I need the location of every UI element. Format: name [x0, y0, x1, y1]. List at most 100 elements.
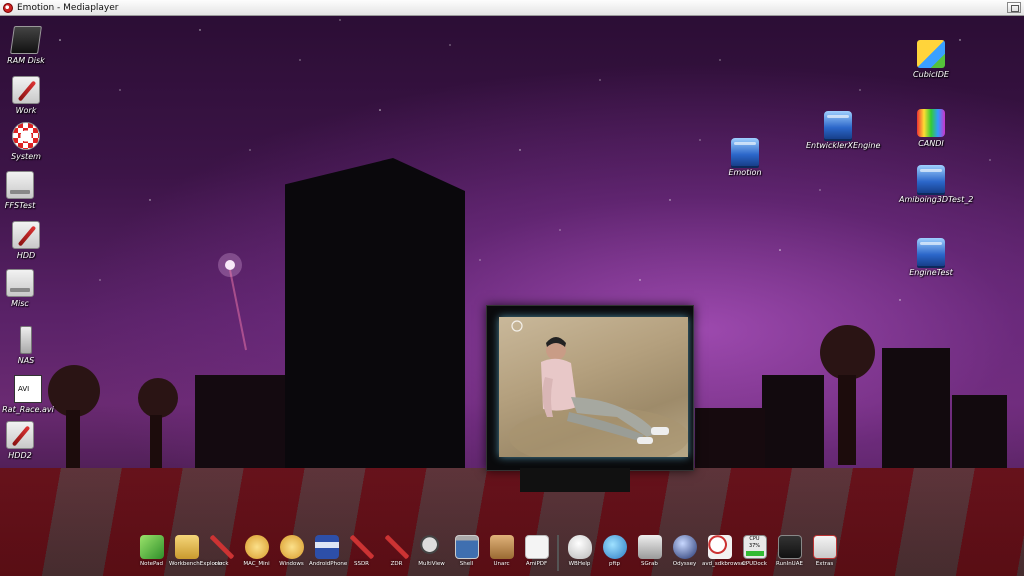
desktop-icon-hdd[interactable]: HDD: [0, 221, 58, 260]
dock-label: avd_sdkbrowser: [702, 561, 747, 567]
dock-clock[interactable]: clock: [204, 533, 239, 567]
dock-unarc[interactable]: Unarc: [484, 533, 519, 567]
desktop-icon-label: FFSTest: [4, 201, 36, 210]
dock-label: CPUDock: [742, 561, 767, 567]
desktop-icon-label: EntwicklerXEngine: [806, 141, 881, 150]
globe-icon: [602, 535, 627, 559]
desktop-icon-label: Rat_Race.avi: [2, 405, 54, 414]
dock-cpudock[interactable]: CPU 37% CPUDock: [737, 533, 772, 567]
dock-label: Unarc: [493, 561, 510, 567]
lightbulb-icon: [567, 535, 592, 559]
desktop-icon-nas[interactable]: NAS: [0, 326, 58, 365]
dock-label: WorkbenchExplorer: [169, 561, 223, 567]
drive-icon: [6, 171, 34, 199]
cpu-meter-icon: CPU 37%: [742, 535, 767, 559]
candi-icon: [917, 109, 945, 137]
desktop-icon-label: Amiboing3DTest_2: [899, 195, 974, 204]
dock-notepad[interactable]: NotePad: [134, 533, 169, 567]
desktop-icon-label: CubicIDE: [913, 70, 949, 79]
window-title: Emotion - Mediaplayer: [17, 2, 119, 13]
desktop-icon-label: Work: [15, 106, 37, 115]
desktop-icon-label: HDD2: [8, 451, 32, 460]
block-silhouette-edge: [952, 395, 1007, 475]
clock-icon: [209, 535, 234, 559]
hard-drive-icon: [12, 221, 40, 249]
desktop-icon-emotion[interactable]: Emotion: [713, 138, 777, 177]
desktop-icon-system[interactable]: System: [0, 122, 58, 161]
joystick-stick-mid: [150, 415, 162, 470]
hard-drive-icon: [12, 76, 40, 104]
magnifier-icon: [419, 535, 444, 559]
floppy-disk-icon: [314, 535, 339, 559]
desktop-icon-ram-disk[interactable]: RAM Disk: [0, 26, 58, 65]
desktop-icon-label: CANDI: [918, 139, 944, 148]
desktop-icon-amiboing3dtest[interactable]: Amiboing3DTest_2: [899, 165, 974, 204]
pdf-document-icon: [524, 535, 549, 559]
tower-silhouette: [285, 158, 465, 488]
system-boing-icon: [12, 122, 40, 150]
cpu-bar: [745, 551, 764, 556]
dock-avd-sdkbrowser[interactable]: avd_sdkbrowser: [702, 533, 747, 567]
dock-label: clock: [214, 561, 229, 567]
desktop-icon-cubicide[interactable]: CubicIDE: [899, 40, 963, 79]
drawer-icon: [917, 238, 945, 266]
ram-disk-icon: [10, 26, 42, 54]
dock-label: MultiView: [418, 561, 445, 567]
dock-workbenchexplorer[interactable]: WorkbenchExplorer: [169, 533, 223, 567]
dock-windows[interactable]: Windows: [274, 533, 309, 567]
usb-drive-icon: [20, 326, 32, 354]
drive-icon: [6, 269, 34, 297]
dock-shell[interactable]: Shell: [449, 533, 484, 567]
block-silhouette-right: [762, 375, 824, 475]
dock-label: RunInUAE: [776, 561, 803, 567]
dock-wbhelp[interactable]: WBHelp: [562, 533, 597, 567]
cpu-label: CPU: [749, 536, 760, 542]
window-depth-button[interactable]: [1007, 2, 1021, 13]
cpu-value: 37%: [748, 543, 761, 549]
joystick-stick-left: [66, 410, 80, 470]
window-titlebar[interactable]: Emotion - Mediaplayer: [0, 0, 1024, 16]
desktop-icon-hdd2[interactable]: HDD2: [0, 421, 52, 460]
video-frame-image: [509, 320, 688, 457]
desktop-icon-rat-race[interactable]: Rat_Race.avi: [0, 375, 60, 414]
dock-amipdf[interactable]: AmiPDF: [519, 533, 554, 567]
joystick-ball-mid: [138, 378, 178, 418]
dock-runinuae[interactable]: RunInUAE: [772, 533, 807, 567]
drawer-icon: [731, 138, 759, 166]
tightvnc-icon: [244, 535, 269, 559]
dock-odyssey[interactable]: Odyssey: [667, 533, 702, 567]
desktop-icon-entwicklerxengine[interactable]: EntwicklerXEngine: [806, 111, 881, 150]
dock-pftp[interactable]: pftp: [597, 533, 632, 567]
dock-label: Shell: [459, 561, 474, 567]
sdk-browser-icon: [707, 535, 732, 559]
desktop-icon-enginetest[interactable]: EngineTest: [899, 238, 963, 277]
desktop-icon-misc[interactable]: Misc: [0, 269, 52, 308]
hard-drive-icon: [6, 421, 34, 449]
shell-icon: [454, 535, 479, 559]
cube-icon: [917, 40, 945, 68]
dock-label: ZDR: [390, 561, 403, 567]
video-playback-area[interactable]: [499, 317, 688, 457]
dock-ssdr[interactable]: SSDR: [344, 533, 379, 567]
dock-separator: [557, 535, 559, 571]
dock-androidphone[interactable]: AndroidPhone: [309, 533, 347, 567]
odyssey-browser-icon: [672, 535, 697, 559]
desktop-icon-label: Misc: [11, 299, 29, 308]
extras-box-icon: [812, 535, 837, 559]
desktop-icon-work[interactable]: Work: [0, 76, 58, 115]
dock-multiview[interactable]: MultiView: [414, 533, 449, 567]
avi-file-icon: [14, 375, 42, 403]
dock-label: SGrab: [641, 561, 658, 567]
drawer-icon: [824, 111, 852, 139]
dock-sgrab[interactable]: SGrab: [632, 533, 667, 567]
desktop-icon-candi[interactable]: CANDI: [899, 109, 963, 148]
dock-mac-mini[interactable]: MAC_Mini: [239, 533, 274, 567]
dock-extras[interactable]: Extras: [807, 533, 842, 567]
dock-label: Windows: [279, 561, 304, 567]
camera-icon: [637, 535, 662, 559]
folder-icon: [174, 535, 199, 559]
desktop-icon-ffstest[interactable]: FFSTest: [0, 171, 52, 210]
dock-label: AmiPDF: [525, 561, 548, 567]
app-icon: [3, 2, 13, 13]
dock-zdr[interactable]: ZDR: [379, 533, 414, 567]
